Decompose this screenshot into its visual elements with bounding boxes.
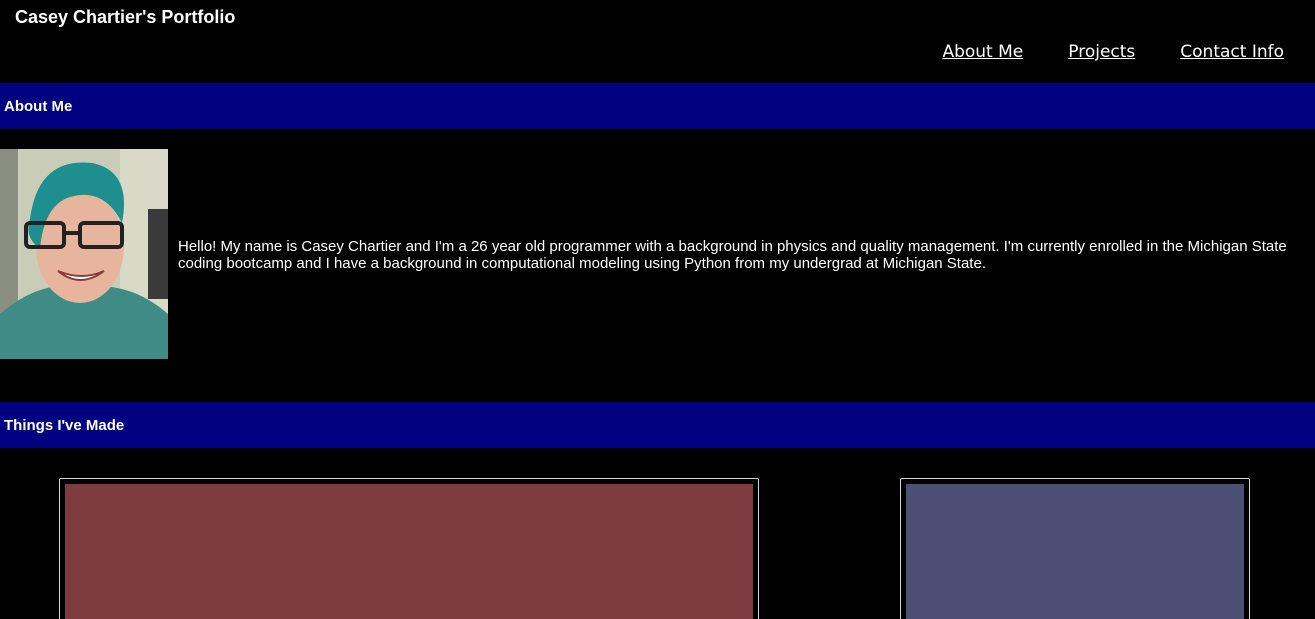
portfolio-page: Casey Chartier's Portfolio About Me Proj… (0, 0, 1315, 619)
site-title: Casey Chartier's Portfolio (15, 7, 236, 27)
project-card[interactable] (900, 478, 1250, 619)
project-thumbnail[interactable] (906, 484, 1244, 619)
nav-link-contact-info[interactable]: Contact Info (1180, 41, 1284, 63)
about-me-paragraph: Hello! My name is Casey Chartier and I'm… (178, 238, 1287, 272)
about-me-section-header: About Me (0, 83, 1315, 129)
project-thumbnail[interactable] (65, 484, 753, 619)
profile-photo-image (0, 149, 168, 359)
nav-link-about-me[interactable]: About Me (942, 41, 1023, 63)
profile-photo (0, 149, 168, 359)
main-nav: About Me Projects Contact Info (942, 41, 1284, 63)
things-ive-made-section-header: Things I've Made (0, 402, 1315, 448)
project-card[interactable] (59, 478, 759, 619)
about-me-heading: About Me (4, 97, 73, 115)
nav-link-projects[interactable]: Projects (1068, 41, 1135, 63)
things-ive-made-heading: Things I've Made (4, 416, 125, 434)
